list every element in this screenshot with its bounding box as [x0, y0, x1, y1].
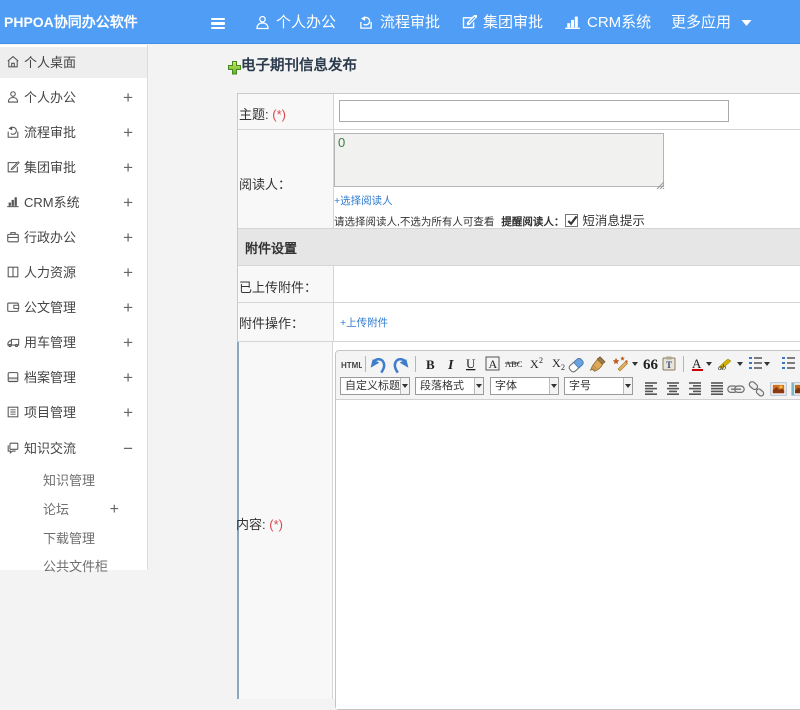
svg-text:X: X [552, 356, 561, 370]
svg-text:X: X [530, 357, 539, 371]
svg-text:I: I [447, 358, 454, 373]
svg-text:ABC: ABC [505, 359, 523, 369]
svg-text:U: U [466, 356, 476, 371]
svg-text:ab: ab [718, 363, 726, 372]
svg-text:T: T [666, 360, 672, 370]
svg-text:HTML: HTML [341, 361, 362, 370]
svg-text:2: 2 [539, 356, 543, 365]
svg-text:A: A [692, 356, 702, 371]
svg-text:A: A [489, 357, 498, 371]
svg-text:B: B [426, 357, 435, 372]
svg-text:2: 2 [561, 363, 565, 372]
svg-text:66: 66 [643, 357, 659, 373]
